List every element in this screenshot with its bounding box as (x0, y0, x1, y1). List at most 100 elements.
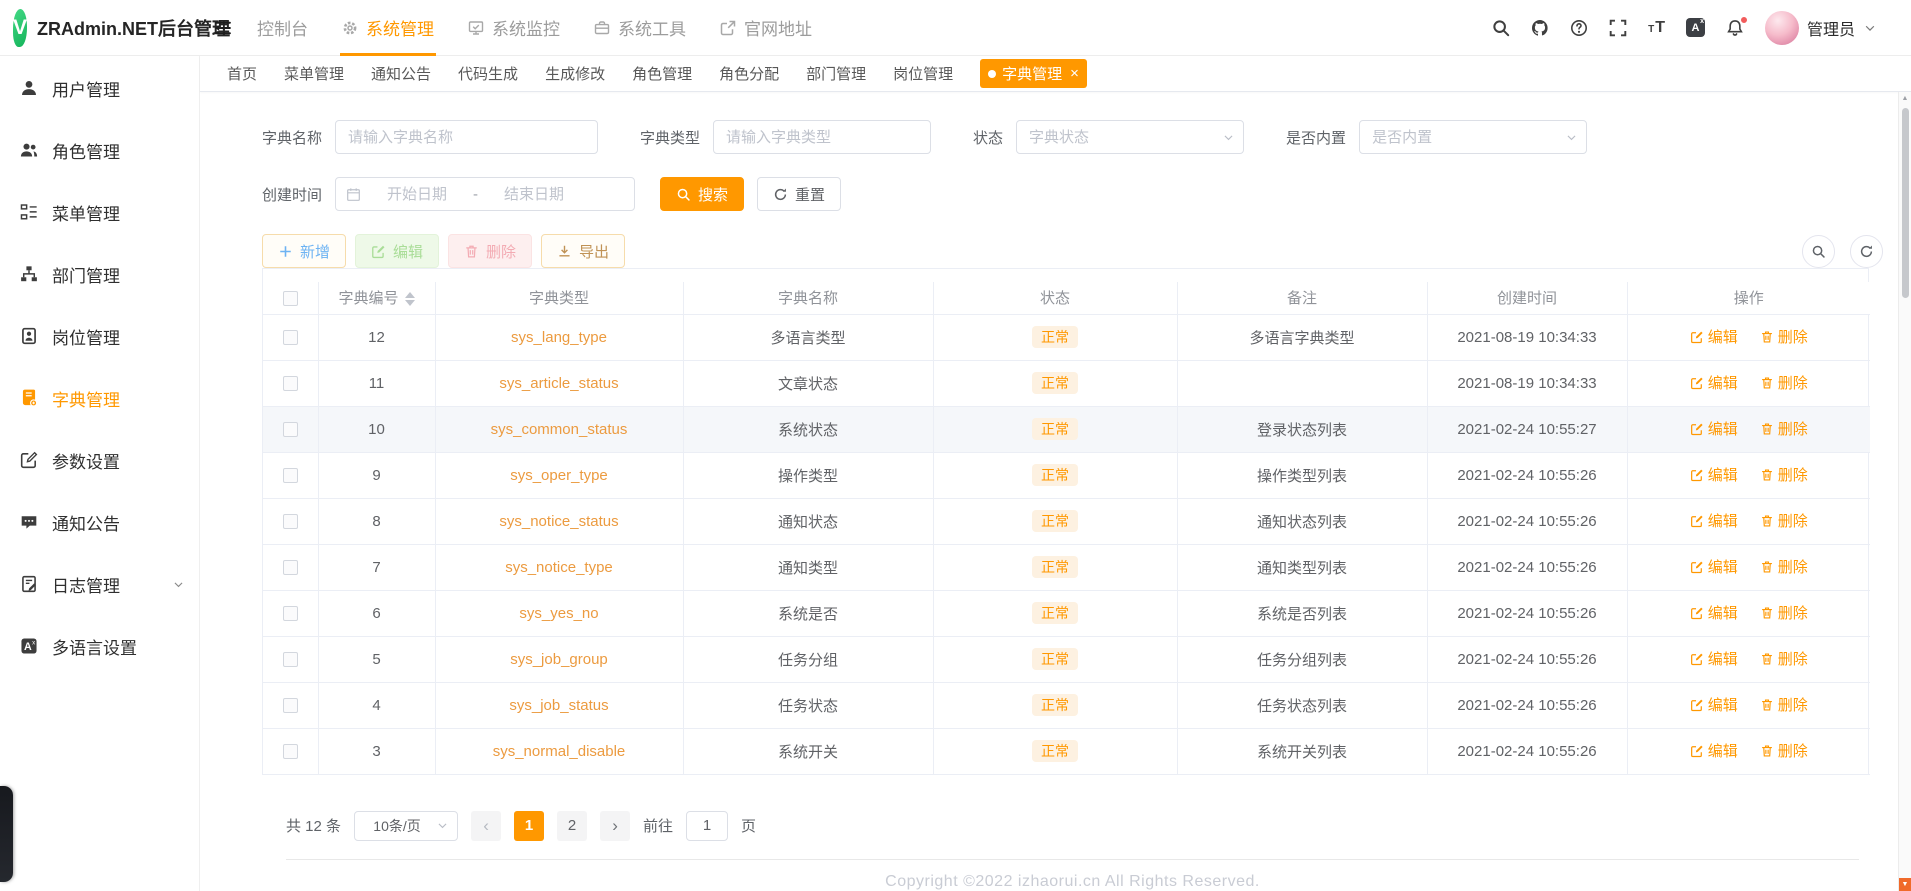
scroll-up-arrow-icon[interactable]: ▲ (1899, 95, 1911, 102)
topnav-item[interactable]: 控制台 (240, 0, 325, 56)
sidebar-item-参数设置[interactable]: 参数设置 (0, 429, 199, 491)
edit-row-button[interactable]: 编辑 (1690, 464, 1738, 485)
delete-row-button[interactable]: 删除 (1760, 464, 1808, 485)
add-button[interactable]: 新增 (262, 234, 347, 268)
status-select[interactable] (1016, 120, 1245, 154)
table-row[interactable]: 11 sys_article_status 文章状态 正常 2021-08-19 10:… (263, 360, 1870, 407)
table-row[interactable]: 7 sys_notice_type 通知类型 正常 通知类型列表 2021-02-24 1… (263, 544, 1870, 591)
row-checkbox[interactable] (282, 376, 298, 392)
end-date-input[interactable] (482, 185, 587, 203)
sort-icon[interactable] (404, 292, 415, 307)
edit-row-button[interactable]: 编辑 (1690, 326, 1738, 347)
tab-岗位管理[interactable]: 岗位管理 (893, 63, 953, 84)
dict-name-input[interactable] (335, 120, 599, 154)
notification-button[interactable] (1726, 15, 1748, 37)
dict-type-link[interactable]: sys_notice_status (499, 513, 618, 530)
page-number-button[interactable]: 1 (514, 810, 545, 841)
table-row[interactable]: 4 sys_job_status 任务状态 正常 任务状态列表 2021-02-24 10… (263, 682, 1870, 729)
language-button[interactable]: Ax (1685, 18, 1705, 37)
search-button[interactable]: 搜索 (660, 177, 745, 211)
edit-row-button[interactable]: 编辑 (1690, 372, 1738, 393)
topnav-item[interactable]: 系统监控 (451, 0, 577, 56)
dict-type-link[interactable]: sys_common_status (491, 421, 628, 438)
github-button[interactable] (1531, 19, 1549, 37)
table-row[interactable]: 10 sys_common_status 系统状态 正常 登录状态列表 2021-02-2… (263, 406, 1870, 453)
tab-通知公告[interactable]: 通知公告 (371, 63, 431, 84)
reset-button[interactable]: 重置 (757, 177, 842, 211)
sidebar-item-菜单管理[interactable]: 菜单管理 (0, 181, 199, 243)
sidebar-item-角色管理[interactable]: 角色管理 (0, 119, 199, 181)
delete-row-button[interactable]: 删除 (1760, 740, 1808, 761)
date-range-picker[interactable]: - (335, 177, 636, 211)
edit-row-button[interactable]: 编辑 (1690, 510, 1738, 531)
export-button[interactable]: 导出 (541, 234, 626, 268)
start-date-input[interactable] (365, 185, 470, 203)
user-menu[interactable]: 管理员 (1764, 10, 1877, 45)
row-checkbox[interactable] (282, 652, 298, 668)
row-checkbox[interactable] (282, 698, 298, 714)
dict-type-link[interactable]: sys_job_status (509, 697, 608, 714)
goto-page-input[interactable] (686, 810, 729, 841)
sidebar-item-部门管理[interactable]: 部门管理 (0, 243, 199, 305)
scroll-down-arrow-icon[interactable]: ▼ (1899, 878, 1911, 891)
sidebar-item-字典管理[interactable]: 字典管理 (0, 367, 199, 429)
edit-row-button[interactable]: 编辑 (1690, 694, 1738, 715)
delete-row-button[interactable]: 删除 (1760, 510, 1808, 531)
table-row[interactable]: 12 sys_lang_type 多语言类型 正常 多语言字典类型 2021-08-19 … (263, 314, 1870, 361)
prev-page-button[interactable]: ‹ (471, 810, 502, 841)
dict-type-link[interactable]: sys_yes_no (519, 605, 598, 622)
dict-type-link[interactable]: sys_job_group (510, 651, 608, 668)
help-button[interactable] (1570, 19, 1588, 37)
dict-type-link[interactable]: sys_normal_disable (493, 743, 626, 760)
search-button[interactable] (1492, 19, 1510, 37)
select-all-checkbox[interactable] (282, 290, 298, 306)
tab-菜单管理[interactable]: 菜单管理 (284, 63, 344, 84)
edit-row-button[interactable]: 编辑 (1690, 556, 1738, 577)
edit-row-button[interactable]: 编辑 (1690, 648, 1738, 669)
font-size-button[interactable]: TT (1648, 19, 1665, 36)
topnav-item[interactable]: 系统工具 (577, 0, 703, 56)
sidebar-item-岗位管理[interactable]: 岗位管理 (0, 305, 199, 367)
row-checkbox[interactable] (282, 330, 298, 346)
next-page-button[interactable]: › (600, 810, 631, 841)
dict-type-link[interactable]: sys_notice_type (505, 559, 613, 576)
table-row[interactable]: 9 sys_oper_type 操作类型 正常 操作类型列表 2021-02-24 10:… (263, 452, 1870, 499)
tab-角色管理[interactable]: 角色管理 (632, 63, 692, 84)
tab-生成修改[interactable]: 生成修改 (545, 63, 605, 84)
row-checkbox[interactable] (282, 422, 298, 438)
delete-row-button[interactable]: 删除 (1760, 602, 1808, 623)
sidebar-item-通知公告[interactable]: 通知公告 (0, 491, 199, 553)
row-checkbox[interactable] (282, 560, 298, 576)
table-search-button[interactable] (1802, 234, 1835, 268)
row-checkbox[interactable] (282, 606, 298, 622)
scrollbar-thumb[interactable] (1902, 108, 1909, 298)
menu-fold-icon[interactable] (214, 19, 232, 37)
delete-row-button[interactable]: 删除 (1760, 418, 1808, 439)
row-checkbox[interactable] (282, 468, 298, 484)
table-row[interactable]: 8 sys_notice_status 通知状态 正常 通知状态列表 2021-02-24… (263, 498, 1870, 545)
topnav-item[interactable]: 官网地址 (703, 0, 829, 56)
page-number-button[interactable]: 2 (557, 810, 588, 841)
fullscreen-button[interactable] (1609, 19, 1627, 37)
tab-字典管理[interactable]: 字典管理 × (980, 59, 1087, 88)
table-row[interactable]: 3 sys_normal_disable 系统开关 正常 系统开关列表 2021-02-2… (263, 728, 1870, 775)
dict-type-link[interactable]: sys_lang_type (511, 329, 607, 346)
edit-row-button[interactable]: 编辑 (1690, 418, 1738, 439)
builtin-select[interactable] (1359, 120, 1588, 154)
sidebar-item-用户管理[interactable]: 用户管理 (0, 57, 199, 119)
tab-部门管理[interactable]: 部门管理 (806, 63, 866, 84)
dict-type-input[interactable] (713, 120, 932, 154)
tab-首页[interactable]: 首页 (227, 63, 257, 84)
edit-button[interactable]: 编辑 (355, 234, 440, 268)
delete-button[interactable]: 删除 (448, 234, 533, 268)
delete-row-button[interactable]: 删除 (1760, 556, 1808, 577)
delete-row-button[interactable]: 删除 (1760, 326, 1808, 347)
dict-type-link[interactable]: sys_oper_type (510, 467, 608, 484)
table-refresh-button[interactable] (1850, 234, 1883, 268)
page-size-select[interactable] (354, 810, 459, 841)
drawer-handle[interactable] (0, 786, 13, 882)
close-icon[interactable]: × (1070, 66, 1079, 81)
delete-row-button[interactable]: 删除 (1760, 694, 1808, 715)
delete-row-button[interactable]: 删除 (1760, 372, 1808, 393)
table-row[interactable]: 6 sys_yes_no 系统是否 正常 系统是否列表 2021-02-24 10:55:… (263, 590, 1870, 637)
